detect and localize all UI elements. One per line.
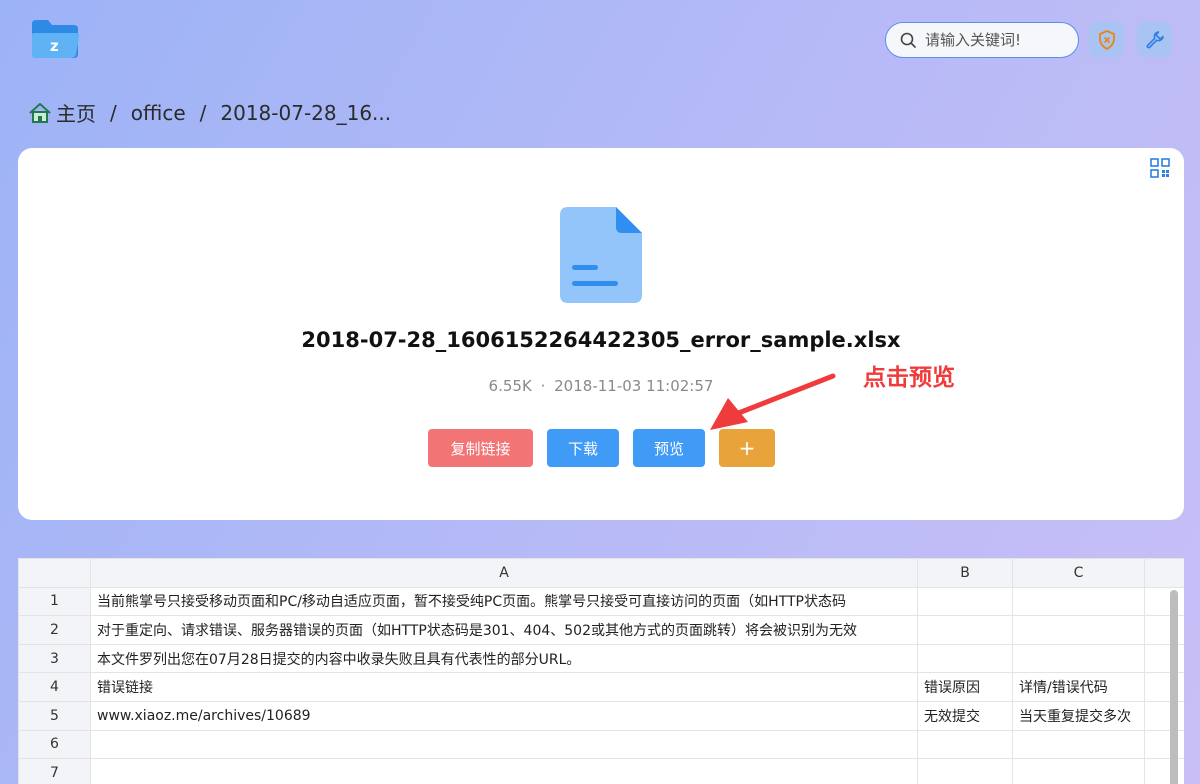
- breadcrumb-home[interactable]: 主页: [56, 98, 96, 127]
- table-cell[interactable]: [917, 615, 1013, 645]
- breadcrumb-current-file: 2018-07-28_16...: [220, 100, 392, 125]
- breadcrumb-separator: /: [199, 100, 207, 125]
- home-icon[interactable]: [28, 102, 52, 124]
- file-size: 6.55K: [488, 377, 532, 395]
- svg-text:z: z: [50, 37, 59, 55]
- table-cell[interactable]: [917, 729, 1013, 760]
- column-header-c[interactable]: C: [1012, 558, 1145, 588]
- table-cell[interactable]: 当前熊掌号只接受移动页面和PC/移动自适应页面，暂不接受纯PC页面。熊掌号只接受…: [90, 586, 918, 617]
- row-number[interactable]: 3: [18, 643, 91, 674]
- table-cell[interactable]: 无效提交: [917, 700, 1013, 731]
- file-date: 2018-11-03 11:02:57: [554, 377, 714, 395]
- table-cell[interactable]: 对于重定向、请求错误、服务器错误的页面（如HTTP状态码是301、404、502…: [90, 615, 918, 645]
- table-cell[interactable]: 详情/错误代码: [1012, 672, 1145, 702]
- copy-link-button[interactable]: 复制链接: [428, 429, 533, 467]
- qrcode-icon[interactable]: [1150, 158, 1170, 178]
- table-cell-empty: [1144, 615, 1184, 645]
- table-cell[interactable]: [917, 586, 1013, 617]
- row-number[interactable]: 4: [18, 672, 91, 702]
- table-row: 2 对于重定向、请求错误、服务器错误的页面（如HTTP状态码是301、404、50…: [18, 615, 1184, 645]
- column-header-row: A B C: [18, 558, 1184, 588]
- action-buttons: 复制链接 下载 预览 +: [428, 429, 775, 467]
- table-cell-empty: [1144, 643, 1184, 674]
- table-cell[interactable]: [90, 758, 918, 784]
- table-cell[interactable]: [1012, 615, 1145, 645]
- download-button[interactable]: 下载: [547, 429, 619, 467]
- breadcrumb-separator: /: [110, 100, 117, 125]
- table-cell[interactable]: 本文件罗列出您在07月28日提交的内容中收录失败且具有代表性的部分URL。: [90, 643, 918, 674]
- row-number[interactable]: 6: [18, 729, 91, 760]
- table-row: 6: [18, 729, 1184, 760]
- table-cell[interactable]: [1012, 729, 1145, 760]
- corner-cell: [18, 558, 91, 588]
- row-number[interactable]: 2: [18, 615, 91, 645]
- table-cell-empty: [1144, 729, 1184, 760]
- table-row: 5 www.xiaoz.me/archives/10689 无效提交 当天重复提交多次: [18, 700, 1184, 731]
- file-name: 2018-07-28_1606152264422305_error_sample…: [301, 328, 901, 352]
- table-cell[interactable]: [90, 729, 918, 760]
- shield-button[interactable]: [1089, 22, 1124, 57]
- table-cell-empty: [1144, 700, 1184, 731]
- column-header-empty: [1144, 558, 1184, 588]
- row-number[interactable]: 5: [18, 700, 91, 731]
- table-cell-empty: [1144, 586, 1184, 617]
- table-cell-empty: [1144, 672, 1184, 702]
- file-card: 2018-07-28_1606152264422305_error_sample…: [18, 148, 1184, 520]
- table-cell[interactable]: [1012, 758, 1145, 784]
- vertical-scrollbar[interactable]: [1170, 590, 1178, 784]
- search-box[interactable]: [885, 22, 1079, 58]
- column-header-b[interactable]: B: [917, 558, 1013, 588]
- search-input[interactable]: [925, 31, 1065, 49]
- table-cell[interactable]: [917, 643, 1013, 674]
- spreadsheet-table: A B C 1 当前熊掌号只接受移动页面和PC/移动自适应页面，暂不接受纯PC页面…: [18, 558, 1184, 784]
- shield-icon: [1098, 29, 1115, 50]
- file-meta: 6.55K · 2018-11-03 11:02:57: [18, 377, 1184, 395]
- breadcrumb: 主页 / office / 2018-07-28_16...: [28, 98, 391, 127]
- table-cell[interactable]: 错误原因: [917, 672, 1013, 702]
- table-cell[interactable]: www.xiaoz.me/archives/10689: [90, 700, 918, 731]
- breadcrumb-office[interactable]: office: [131, 101, 186, 125]
- table-cell-empty: [1144, 758, 1184, 784]
- row-number[interactable]: 7: [18, 758, 91, 784]
- search-icon: [900, 32, 916, 48]
- table-cell[interactable]: 当天重复提交多次: [1012, 700, 1145, 731]
- table-row: 7: [18, 758, 1184, 784]
- table-row: 4 错误链接 错误原因 详情/错误代码: [18, 672, 1184, 702]
- more-button[interactable]: +: [719, 429, 775, 467]
- annotation-arrow-icon: [710, 373, 836, 430]
- preview-button[interactable]: 预览: [633, 429, 705, 467]
- table-row: 1 当前熊掌号只接受移动页面和PC/移动自适应页面，暂不接受纯PC页面。熊掌号只接…: [18, 586, 1184, 617]
- row-number[interactable]: 1: [18, 586, 91, 617]
- folder-z-logo-icon[interactable]: z: [30, 20, 80, 58]
- settings-button[interactable]: [1137, 22, 1172, 57]
- annotation-label: 点击预览: [863, 365, 955, 391]
- column-header-a[interactable]: A: [90, 558, 918, 588]
- meta-separator: ·: [540, 377, 546, 395]
- table-cell[interactable]: [1012, 586, 1145, 617]
- table-cell[interactable]: [1012, 643, 1145, 674]
- spreadsheet-preview: A B C 1 当前熊掌号只接受移动页面和PC/移动自适应页面，暂不接受纯PC页面…: [18, 558, 1184, 784]
- document-icon: [560, 207, 642, 303]
- table-row: 3 本文件罗列出您在07月28日提交的内容中收录失败且具有代表性的部分URL。: [18, 643, 1184, 674]
- wrench-icon: [1146, 30, 1164, 49]
- table-cell[interactable]: [917, 758, 1013, 784]
- table-cell[interactable]: 错误链接: [90, 672, 918, 702]
